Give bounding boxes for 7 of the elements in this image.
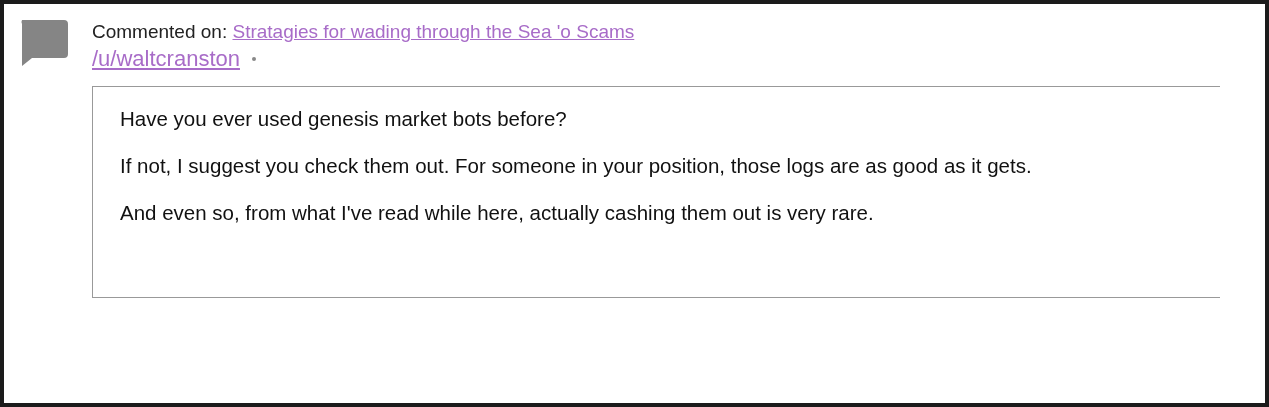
author-link[interactable]: /u/waltcranston [92,44,240,74]
commented-on-label: Commented on: [92,21,228,42]
comment-paragraph: If not, I suggest you check them out. For someone in your position, those logs are as good as it gets. [120,153,1033,179]
thread-link[interactable]: Stratagies for wading through the Sea 'o Scams [232,21,635,42]
comment-paragraph: And even so, from what I've read while here, actually cashing them out is very rare. [120,200,875,226]
comment-paragraph: Have you ever used genesis market bots before? [120,106,568,132]
separator-dot [251,57,256,61]
